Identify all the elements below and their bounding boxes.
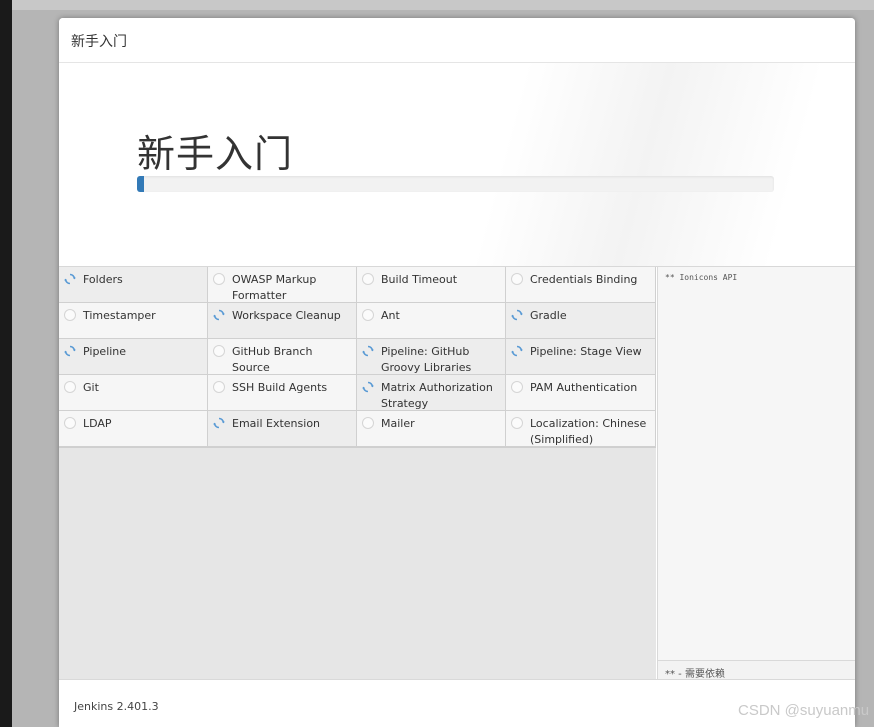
dialog-header: 新手入门 xyxy=(59,18,855,63)
pending-circle-icon xyxy=(64,381,76,393)
top-strip xyxy=(12,0,874,10)
progress-fill xyxy=(137,176,144,192)
plugin-item: Build Timeout xyxy=(357,267,506,303)
plugin-name: Ant xyxy=(381,309,400,322)
plugin-name: SSH Build Agents xyxy=(232,381,328,394)
plugin-name: Gradle xyxy=(530,309,567,322)
plugin-name: Pipeline: GitHub Groovy Libraries xyxy=(381,345,472,374)
plugin-item: Email Extension xyxy=(208,411,357,447)
pending-circle-icon xyxy=(64,417,76,429)
jenkins-version: Jenkins 2.401.3 xyxy=(74,700,159,713)
plugin-name: Email Extension xyxy=(232,417,321,430)
pending-circle-icon xyxy=(213,381,225,393)
refresh-spinner-icon xyxy=(362,345,374,357)
dialog-title: 新手入门 xyxy=(71,34,127,50)
hero-title: 新手入门 xyxy=(137,132,294,176)
plugin-name: Pipeline: Stage View xyxy=(530,345,642,358)
plugin-name: Localization: Chinese (Simplified) xyxy=(530,417,647,446)
plugin-item: Mailer xyxy=(357,411,506,447)
plugin-item: Matrix Authorization Strategy xyxy=(357,375,506,411)
install-progress-bar xyxy=(137,176,774,192)
plugin-name: Build Timeout xyxy=(381,273,458,286)
refresh-spinner-icon xyxy=(213,417,225,429)
plugin-item: GitHub Branch Source xyxy=(208,339,357,375)
plugin-item: Folders xyxy=(59,267,208,303)
log-text: ** Ionicons API xyxy=(665,273,738,282)
plugin-item: Pipeline xyxy=(59,339,208,375)
pending-circle-icon xyxy=(511,273,523,285)
pending-circle-icon xyxy=(511,381,523,393)
log-footer: ** - 需要依赖 xyxy=(658,660,855,680)
refresh-spinner-icon xyxy=(362,381,374,393)
plugin-item: Ant xyxy=(357,303,506,339)
watermark: CSDN @suyuanmu xyxy=(738,702,870,719)
dependency-note: ** - 需要依赖 xyxy=(665,669,725,680)
plugin-item: Pipeline: GitHub Groovy Libraries xyxy=(357,339,506,375)
plugin-item: SSH Build Agents xyxy=(208,375,357,411)
refresh-spinner-icon xyxy=(64,273,76,285)
plugin-item: Timestamper xyxy=(59,303,208,339)
plugin-name: LDAP xyxy=(83,417,112,430)
plugin-name: Timestamper xyxy=(83,309,156,322)
setup-wizard-dialog: 新手入门 新手入门 Folders OWASP Markup Formatter B… xyxy=(59,18,855,727)
left-dark-strip xyxy=(0,0,12,727)
plugin-item: OWASP Markup Formatter xyxy=(208,267,357,303)
plugin-item: Git xyxy=(59,375,208,411)
plugin-name: PAM Authentication xyxy=(530,381,638,394)
pending-circle-icon xyxy=(64,309,76,321)
plugin-item: Localization: Chinese (Simplified) xyxy=(506,411,656,447)
refresh-spinner-icon xyxy=(511,309,523,321)
plugin-name: Matrix Authorization Strategy xyxy=(381,381,493,410)
pending-circle-icon xyxy=(511,417,523,429)
plugin-name: Workspace Cleanup xyxy=(232,309,341,322)
install-log-panel: ** Ionicons API ** - 需要依赖 xyxy=(657,267,855,680)
pending-circle-icon xyxy=(213,273,225,285)
plugin-item: Pipeline: Stage View xyxy=(506,339,656,375)
dialog-footer: Jenkins 2.401.3 xyxy=(59,679,855,727)
pending-circle-icon xyxy=(362,417,374,429)
hero-section: 新手入门 xyxy=(59,63,855,267)
plugin-name: Mailer xyxy=(381,417,415,430)
plugin-item: PAM Authentication xyxy=(506,375,656,411)
plugin-name: Pipeline xyxy=(83,345,127,358)
plugin-name: OWASP Markup Formatter xyxy=(232,273,317,302)
plugin-item: Gradle xyxy=(506,303,656,339)
refresh-spinner-icon xyxy=(511,345,523,357)
pending-circle-icon xyxy=(362,309,374,321)
plugin-list-area: Folders OWASP Markup Formatter Build Timeo… xyxy=(59,267,656,679)
plugin-name: GitHub Branch Source xyxy=(232,345,313,374)
plugin-item: LDAP xyxy=(59,411,208,447)
plugin-grid: Folders OWASP Markup Formatter Build Timeo… xyxy=(59,267,656,448)
plugin-name: Folders xyxy=(83,273,123,286)
pending-circle-icon xyxy=(213,345,225,357)
pending-circle-icon xyxy=(362,273,374,285)
plugin-name: Credentials Binding xyxy=(530,273,638,286)
plugin-item: Credentials Binding xyxy=(506,267,656,303)
refresh-spinner-icon xyxy=(64,345,76,357)
plugin-name: Git xyxy=(83,381,99,394)
plugin-item: Workspace Cleanup xyxy=(208,303,357,339)
refresh-spinner-icon xyxy=(213,309,225,321)
